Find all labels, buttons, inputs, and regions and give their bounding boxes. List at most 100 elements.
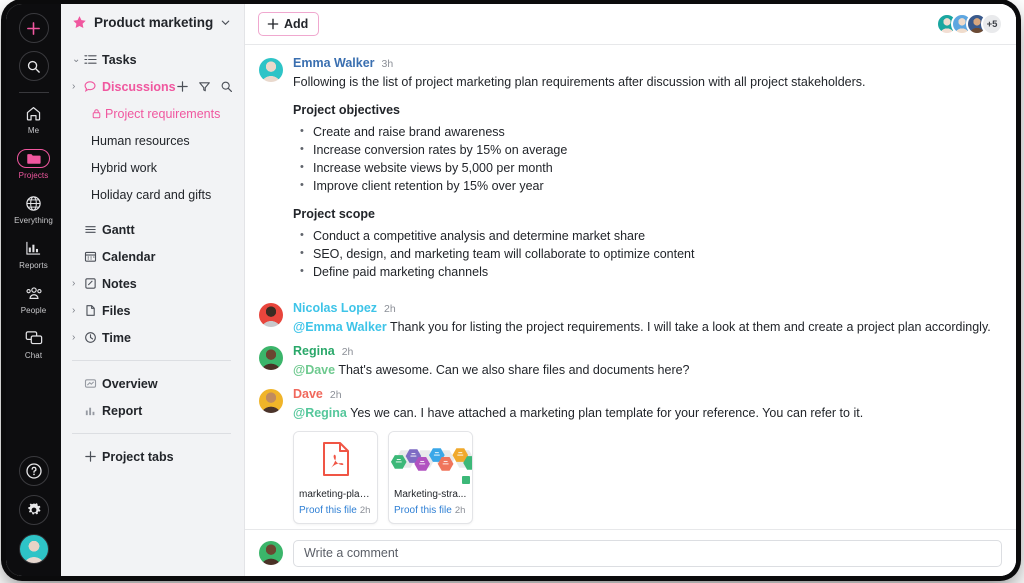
attachment-card-pdf[interactable]: marketing-plan... Proof this file 2h bbox=[293, 431, 378, 524]
sidebar-item-project-requirements[interactable]: Project requirements bbox=[61, 100, 244, 127]
global-search-button[interactable] bbox=[18, 51, 49, 81]
add-discussion-icon[interactable] bbox=[176, 80, 189, 93]
sidebar-item-calendar[interactable]: Calendar bbox=[61, 243, 244, 270]
rail-label-chat: Chat bbox=[24, 351, 43, 360]
sidebar-label-files: Files bbox=[102, 303, 131, 318]
post-author[interactable]: Nicolas Lopez bbox=[293, 301, 377, 315]
chevron-right-icon[interactable]: › bbox=[72, 81, 84, 92]
proof-file-link[interactable]: Proof this file bbox=[394, 505, 452, 516]
plus-icon bbox=[27, 21, 40, 35]
sidebar-item-tasks[interactable]: ⌄ Tasks bbox=[61, 46, 244, 73]
sidebar-label-hybrid-work: Hybrid work bbox=[91, 160, 157, 175]
sidebar-item-hybrid-work[interactable]: Hybrid work bbox=[61, 154, 244, 181]
chevron-right-icon[interactable]: › bbox=[72, 278, 84, 289]
rail-item-chat[interactable]: Chat bbox=[6, 328, 61, 360]
clock-icon bbox=[84, 331, 102, 344]
page-title: Product marketing bbox=[94, 15, 214, 30]
sidebar-item-overview[interactable]: Overview bbox=[61, 370, 244, 397]
project-sidebar: Product marketing ⌄ Tasks › Discussions … bbox=[61, 4, 245, 576]
rail-item-reports[interactable]: Reports bbox=[6, 238, 61, 270]
search-discussions-icon[interactable] bbox=[220, 80, 233, 93]
discussion-thread: Emma Walker 3h Following is the list of … bbox=[245, 45, 1016, 529]
image-badge-icon bbox=[462, 476, 470, 484]
lock-icon bbox=[91, 108, 102, 119]
sidebar-item-notes[interactable]: › Notes bbox=[61, 270, 244, 297]
post-text: @Emma Walker Thank you for listing the p… bbox=[293, 318, 1002, 336]
rail-item-me[interactable]: Me bbox=[6, 103, 61, 135]
avatar[interactable] bbox=[259, 58, 283, 82]
overview-icon bbox=[84, 377, 102, 390]
calendar-icon bbox=[84, 250, 102, 263]
avatar[interactable] bbox=[259, 303, 283, 327]
post: Nicolas Lopez 2h @Emma Walker Thank you … bbox=[259, 301, 1002, 336]
file-icon bbox=[84, 304, 102, 317]
rail-item-people[interactable]: People bbox=[6, 283, 61, 315]
project-title-header[interactable]: Product marketing bbox=[61, 15, 244, 30]
list-item: Increase website views by 5,000 per mont… bbox=[297, 159, 1002, 177]
rail-divider bbox=[18, 92, 49, 93]
post-author[interactable]: Emma Walker bbox=[293, 56, 375, 70]
post-author[interactable]: Dave bbox=[293, 387, 323, 401]
rail-item-projects[interactable]: Projects bbox=[6, 148, 61, 180]
section-title-objectives: Project objectives bbox=[293, 103, 400, 117]
help-icon[interactable] bbox=[18, 456, 49, 486]
sidebar-item-human-resources[interactable]: Human resources bbox=[61, 127, 244, 154]
comment-composer bbox=[245, 529, 1016, 576]
rail-item-everything[interactable]: Everything bbox=[6, 193, 61, 225]
add-button-label: Add bbox=[284, 17, 309, 31]
filter-icon[interactable] bbox=[198, 80, 211, 93]
sidebar-label-report: Report bbox=[102, 403, 143, 418]
chevron-down-icon[interactable] bbox=[220, 17, 231, 28]
add-global-button[interactable] bbox=[18, 13, 49, 43]
post-author[interactable]: Regina bbox=[293, 344, 335, 358]
sidebar-item-report[interactable]: Report bbox=[61, 397, 244, 424]
people-icon bbox=[25, 283, 43, 303]
attachment-name: Marketing-stra... bbox=[394, 489, 467, 500]
chevron-right-icon[interactable]: › bbox=[72, 305, 84, 316]
sidebar-divider-1 bbox=[72, 360, 231, 361]
sidebar-label-overview: Overview bbox=[102, 376, 158, 391]
sidebar-item-project-tabs[interactable]: Project tabs bbox=[61, 443, 244, 470]
discussion-icon bbox=[84, 80, 102, 93]
sidebar-label-tasks: Tasks bbox=[102, 52, 137, 67]
sidebar-item-holiday-card[interactable]: Holiday card and gifts bbox=[61, 181, 244, 208]
settings-icon[interactable] bbox=[18, 495, 49, 525]
avatar[interactable] bbox=[259, 389, 283, 413]
avatar[interactable] bbox=[259, 541, 283, 565]
post-text: @Dave That's awesome. Can we also share … bbox=[293, 361, 1002, 379]
avatar[interactable] bbox=[259, 346, 283, 370]
chevron-down-icon[interactable]: ⌄ bbox=[72, 54, 84, 65]
list-item: Conduct a competitive analysis and deter… bbox=[297, 227, 1002, 245]
mention[interactable]: @Emma Walker bbox=[293, 320, 387, 334]
scope-list: Conduct a competitive analysis and deter… bbox=[297, 227, 1002, 281]
sidebar-item-gantt[interactable]: Gantt bbox=[61, 216, 244, 243]
sidebar-item-files[interactable]: › Files bbox=[61, 297, 244, 324]
rail-label-projects: Projects bbox=[18, 171, 49, 180]
list-item: Define paid marketing channels bbox=[297, 263, 1002, 281]
post-timestamp: 2h bbox=[329, 389, 342, 401]
mention[interactable]: @Regina bbox=[293, 406, 347, 420]
sidebar-label-project-requirements: Project requirements bbox=[105, 106, 221, 121]
globe-icon bbox=[25, 193, 42, 213]
comment-input[interactable] bbox=[293, 539, 1002, 567]
add-button[interactable]: Add bbox=[258, 12, 320, 36]
hexagon-infographic-icon bbox=[390, 448, 472, 471]
sidebar-label-holiday-card: Holiday card and gifts bbox=[91, 187, 212, 202]
proof-file-link[interactable]: Proof this file bbox=[299, 505, 357, 516]
sidebar-item-time[interactable]: › Time bbox=[61, 324, 244, 351]
mention[interactable]: @Dave bbox=[293, 363, 335, 377]
sidebar-label-time: Time bbox=[102, 330, 131, 345]
post: Emma Walker 3h Following is the list of … bbox=[259, 56, 1002, 282]
tasks-icon bbox=[84, 53, 102, 66]
sidebar-item-discussions[interactable]: › Discussions bbox=[61, 73, 244, 100]
list-item: Increase conversion rates by 15% on aver… bbox=[297, 141, 1002, 159]
chevron-right-icon[interactable]: › bbox=[72, 332, 84, 343]
main-panel: Add +5 Emma Walker 3h Following is the l… bbox=[245, 4, 1016, 576]
rail-bottom-group bbox=[6, 456, 61, 564]
more-members-badge[interactable]: +5 bbox=[981, 13, 1003, 35]
attachment-card-image[interactable]: Marketing-stra... Proof this file 2h bbox=[388, 431, 473, 524]
current-user-avatar[interactable] bbox=[18, 534, 49, 564]
gantt-icon bbox=[84, 223, 102, 236]
pdf-thumbnail bbox=[294, 432, 377, 486]
report-icon bbox=[84, 404, 102, 417]
